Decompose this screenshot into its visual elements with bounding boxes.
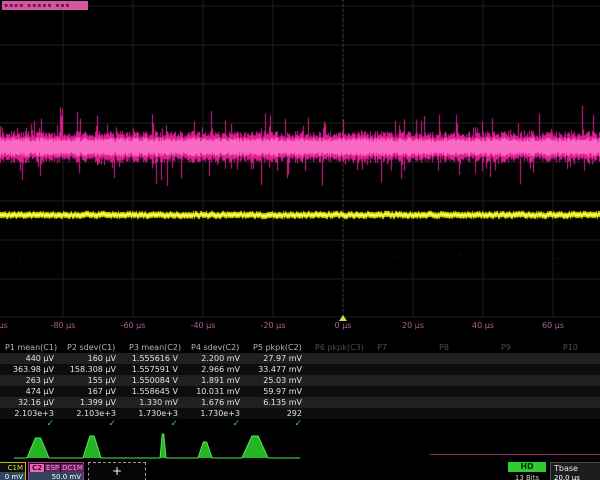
c1-scale-value: 0 mV xyxy=(0,472,25,480)
trace-annotation-badge[interactable]: ▪▪▪▪ ▪▪▪▪▪ ▪▪▪ xyxy=(2,1,88,10)
waveform-traces xyxy=(0,0,600,318)
measurement-value: 25.03 mV xyxy=(248,375,310,386)
hd-bits-label: 13 Bits xyxy=(508,474,546,480)
descriptor-bar: C1M 0 mV C2 ESP DC1M 50.0 mV + HD 13 Bit… xyxy=(0,462,600,480)
time-tick-label-5: 0 µs xyxy=(335,321,352,330)
timebase-descriptor-box[interactable]: Tbase 20.0 µs xyxy=(550,462,600,480)
time-tick-label-4: -20 µs xyxy=(261,321,286,330)
timebase-scale-value: 20.0 µs xyxy=(551,473,600,480)
measurement-value: 2.966 mV xyxy=(186,364,248,375)
measurement-value: 1.676 mV xyxy=(186,397,248,408)
measurement-value: 1.550084 V xyxy=(124,375,186,386)
measurement-status-check-icon: ✓ xyxy=(62,419,124,430)
measurement-row-2: 363.98 µV158.308 µV1.557591 V2.966 mV33.… xyxy=(0,364,600,375)
measurement-row-3: 263 µV155 µV1.550084 V1.891 mV25.03 mV xyxy=(0,375,600,386)
measurement-value: 1.891 mV xyxy=(186,375,248,386)
time-tick-label-8: 60 µs xyxy=(542,321,564,330)
measurement-value: 1.557591 V xyxy=(124,364,186,375)
measurement-header-7[interactable]: P7 xyxy=(372,342,434,353)
measurement-value: 2.200 mV xyxy=(186,353,248,364)
c2-descriptor-box[interactable]: C2 ESP DC1M 50.0 mV xyxy=(28,462,84,480)
measurement-histicons xyxy=(0,430,600,462)
time-tick-label-2: -60 µs xyxy=(121,321,146,330)
measurement-header-4[interactable]: P4 sdev(C2) xyxy=(186,342,248,353)
c2-scale-value: 50.0 mV xyxy=(29,472,83,480)
measurement-value: 6.135 mV xyxy=(248,397,310,408)
timebase-label: Tbase xyxy=(551,463,600,473)
time-tick-label-3: -40 µs xyxy=(191,321,216,330)
measurement-row-1: 440 µV160 µV1.555616 V2.200 mV27.97 mV xyxy=(0,353,600,364)
time-tick-label-0: -100 µs xyxy=(0,321,8,330)
measurement-value: 59.97 mV xyxy=(248,386,310,397)
measurement-header-5[interactable]: P5 pkpk(C2) xyxy=(248,342,310,353)
measurement-header-9[interactable]: P9 xyxy=(496,342,558,353)
measurement-status-check-icon: ✓ xyxy=(248,419,310,430)
measurement-row-5: 32.16 µV1.399 µV1.330 mV1.676 mV6.135 mV xyxy=(0,397,600,408)
measurement-value: 1.330 mV xyxy=(124,397,186,408)
measurement-header-6[interactable]: P6 pkpk(C3) xyxy=(310,342,372,353)
measurement-header-2[interactable]: P2 sdev(C1) xyxy=(62,342,124,353)
measurement-header-10[interactable]: P10 xyxy=(558,342,600,353)
measurement-value: 10.031 mV xyxy=(186,386,248,397)
measurement-header-1[interactable]: P1 mean(C1) xyxy=(0,342,62,353)
c1-descriptor-box[interactable]: C1M 0 mV xyxy=(0,462,26,480)
measurement-value: 1.730e+3 xyxy=(124,408,186,419)
measurement-value: 167 µV xyxy=(62,386,124,397)
measurement-value: 160 µV xyxy=(62,353,124,364)
measurement-table: P1 mean(C1)P2 sdev(C1)P3 mean(C2)P4 sdev… xyxy=(0,342,600,430)
measurement-value: 292 xyxy=(248,408,310,419)
measurement-status-check-icon: ✓ xyxy=(186,419,248,430)
measurement-row-6: 2.103e+32.103e+31.730e+31.730e+3292 xyxy=(0,408,600,419)
measurement-value: 155 µV xyxy=(62,375,124,386)
c2-coupling-badge: DC1M xyxy=(61,464,84,472)
measurement-row-4: 474 µV167 µV1.558645 V10.031 mV59.97 mV xyxy=(0,386,600,397)
measurement-value: 32.16 µV xyxy=(0,397,62,408)
time-axis: -100 µs -80 µs -60 µs -40 µs -20 µs 0 µs 20 µs… xyxy=(0,318,600,334)
measurement-value: 2.103e+3 xyxy=(0,408,62,419)
add-trace-button[interactable]: + xyxy=(88,462,146,480)
c2-esp-badge: ESP xyxy=(45,464,60,472)
measurement-value: 27.97 mV xyxy=(248,353,310,364)
measurement-value: 2.103e+3 xyxy=(62,408,124,419)
time-tick-label-7: 40 µs xyxy=(472,321,494,330)
measurement-value: 263 µV xyxy=(0,375,62,386)
measurement-value: 158.308 µV xyxy=(62,364,124,375)
measurement-value: 440 µV xyxy=(0,353,62,364)
hd-mode-badge[interactable]: HD xyxy=(508,462,546,472)
c2-channel-label: C2 xyxy=(30,464,44,472)
measurement-status-check-icon: ✓ xyxy=(124,419,186,430)
separator-line xyxy=(430,454,600,455)
measurement-status-check-icon: ✓ xyxy=(0,419,62,430)
measurement-value: 363.98 µV xyxy=(0,364,62,375)
measurement-value: 1.399 µV xyxy=(62,397,124,408)
measurement-header-3[interactable]: P3 mean(C2) xyxy=(124,342,186,353)
c1-coupling-label: C1M xyxy=(0,463,25,472)
measurement-value: 1.730e+3 xyxy=(186,408,248,419)
measurement-header-8[interactable]: P8 xyxy=(434,342,496,353)
measurement-value: 33.477 mV xyxy=(248,364,310,375)
measurement-value: 1.558645 V xyxy=(124,386,186,397)
time-tick-label-1: -80 µs xyxy=(51,321,76,330)
measurement-value: 1.555616 V xyxy=(124,353,186,364)
time-tick-label-6: 20 µs xyxy=(402,321,424,330)
waveform-grid-area[interactable]: ▪▪▪▪ ▪▪▪▪▪ ▪▪▪ xyxy=(0,0,600,318)
oscilloscope-screen: ▪▪▪▪ ▪▪▪▪▪ ▪▪▪ -100 µs -80 µs -60 µs -40 µs… xyxy=(0,0,600,480)
measurement-value: 474 µV xyxy=(0,386,62,397)
